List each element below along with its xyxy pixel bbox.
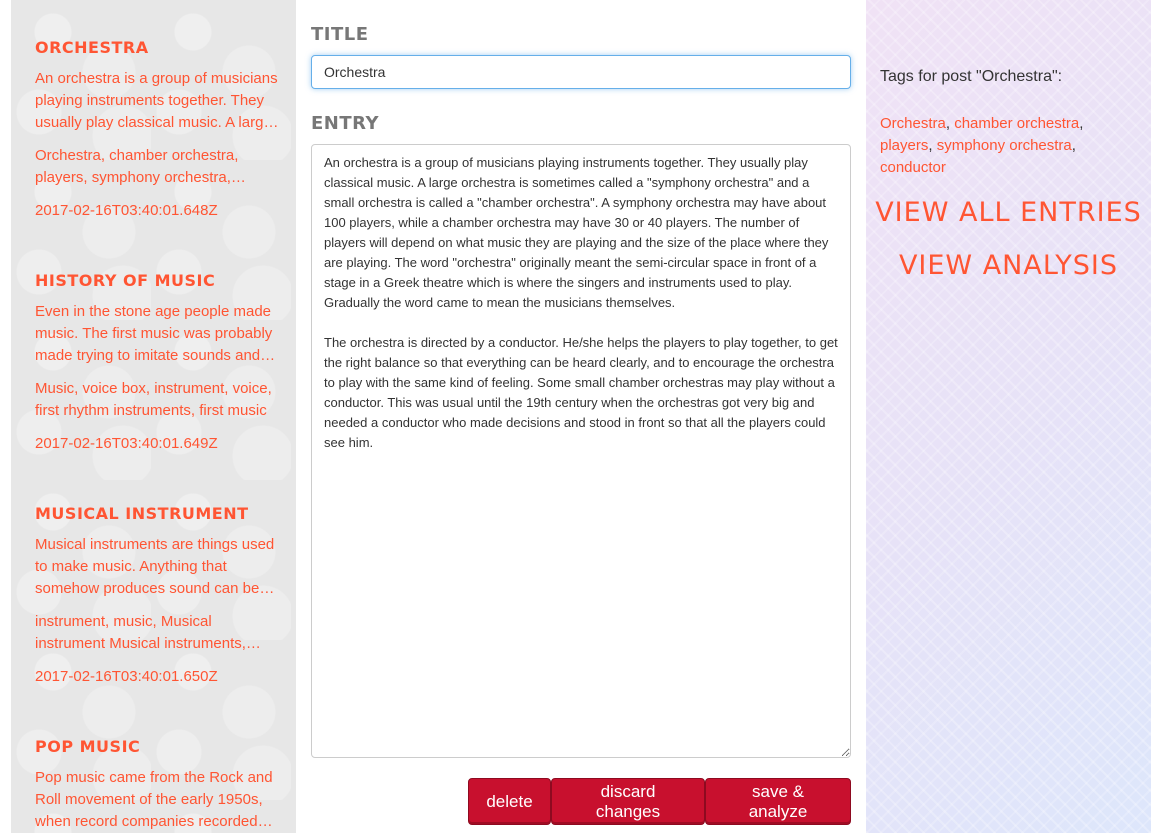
post-date: 2017-02-16T03:40:01.650Z [35,668,218,685]
tag-link[interactable]: conductor [880,159,946,176]
post-editor: Title Entry An orchestra is a group of m… [311,0,851,833]
title-label: Title [311,24,369,45]
post-excerpt: Musical instruments are things used to m… [35,536,275,597]
post-item[interactable]: Musical Instrument Musical instruments a… [35,504,285,688]
post-title[interactable]: Musical Instrument [35,504,285,524]
post-title[interactable]: History of Music [35,271,285,291]
tag-link[interactable]: chamber orchestra [954,115,1079,132]
post-excerpt: Even in the stone age people made music.… [35,303,273,364]
tag-link[interactable]: Orchestra [880,115,946,132]
post-date: 2017-02-16T03:40:01.649Z [35,435,218,452]
post-date: 2017-02-16T03:40:01.648Z [35,202,218,219]
tag-separator: , [1071,137,1076,154]
post-item[interactable]: Pop Music Pop music came from the Rock a… [35,737,285,833]
delete-button[interactable]: delete [468,778,551,825]
post-tags: Music, voice box, instrument, voice, fir… [35,380,272,419]
tag-separator: , [945,115,955,132]
tag-link[interactable]: symphony orchestra [937,137,1072,154]
view-analysis-link[interactable]: View Analysis [866,250,1151,281]
post-item[interactable]: History of Music Even in the stone age p… [35,271,285,455]
view-all-entries-link[interactable]: View All Entries [866,197,1151,228]
post-title[interactable]: Orchestra [35,38,285,58]
tag-separator: , [1079,115,1084,132]
post-title[interactable]: Pop Music [35,737,285,757]
post-item[interactable]: Orchestra An orchestra is a group of mus… [35,38,285,222]
tags-sidebar: Tags for post "Orchestra": Orchestra, ch… [866,0,1151,833]
tags-heading: Tags for post "Orchestra": [880,68,1063,85]
title-input[interactable] [311,55,851,89]
discard-changes-button[interactable]: discard changes [551,778,705,825]
tag-list: Orchestra, chamber orchestra, players, s… [880,113,1120,179]
post-tags: Orchestra, chamber orchestra, players, s… [35,147,239,186]
entry-label: Entry [311,113,380,134]
posts-sidebar: Orchestra An orchestra is a group of mus… [11,0,296,833]
save-analyze-button[interactable]: save & analyze [705,778,851,825]
entry-textarea[interactable]: An orchestra is a group of musicians pla… [311,144,851,758]
tag-link[interactable]: players [880,137,928,154]
post-excerpt: Pop music came from the Rock and Roll mo… [35,769,273,830]
post-excerpt: An orchestra is a group of musicians pla… [35,70,278,131]
post-tags: instrument, music, Musical instrument Mu… [35,613,246,652]
tag-separator: , [928,137,937,154]
